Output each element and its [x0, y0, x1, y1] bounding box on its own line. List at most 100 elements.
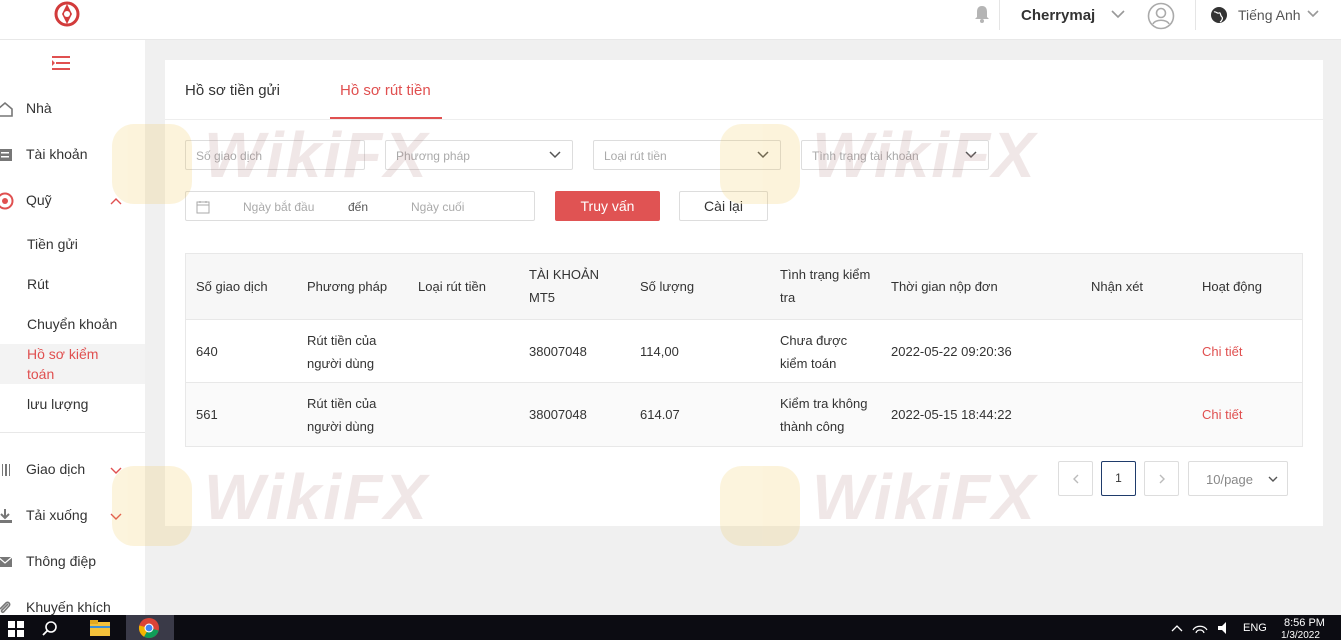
os-taskbar: ENG 8:56 PM 1/3/2022	[0, 615, 1341, 640]
cell-amount: 614.07	[640, 407, 680, 422]
cell-line: Kiểm tra không	[780, 396, 868, 411]
withdrawal-records-table: Số giao dịch Phương pháp Loại rút tiền T…	[185, 253, 1303, 447]
method-placeholder: Phương pháp	[396, 149, 470, 163]
transaction-number-input[interactable]: Số giao dịch	[185, 140, 365, 170]
tab-withdraw-records[interactable]: Hồ sơ rút tiền	[340, 82, 431, 99]
chevron-down-icon[interactable]	[1110, 7, 1126, 21]
search-icon[interactable]	[42, 620, 58, 636]
account-status-placeholder: Tình trạng tài khoản	[812, 149, 919, 163]
chevron-down-icon	[757, 151, 769, 159]
sidebar-subitem-label: lưu lượng	[27, 396, 89, 412]
sidebar-item-downloads[interactable]: Tải xuống	[0, 501, 145, 531]
cell-method: Rút tiền của người dùng	[307, 392, 397, 438]
next-page-button[interactable]	[1144, 461, 1179, 496]
reset-button[interactable]: Cài lại	[679, 191, 768, 221]
withdraw-type-select[interactable]: Loại rút tiền	[593, 140, 781, 170]
top-header: Cherrymaj Tiếng Anh	[0, 0, 1341, 40]
sidebar-subitem-flow[interactable]: lưu lượng	[0, 394, 145, 416]
withdrawal-records-panel: Hồ sơ tiền gửi Hồ sơ rút tiền Số giao dị…	[165, 60, 1323, 526]
query-button[interactable]: Truy vấn	[555, 191, 660, 221]
detail-link[interactable]: Chi tiết	[1202, 340, 1242, 363]
cell-line: người dùng	[307, 419, 375, 434]
start-date-input[interactable]: Ngày bắt đầu	[243, 200, 314, 214]
column-header: Hoạt động	[1202, 279, 1262, 294]
records-tabbar: Hồ sơ tiền gửi Hồ sơ rút tiền	[165, 60, 1323, 120]
table-row: 561 Rút tiền của người dùng 38007048 614.…	[186, 383, 1302, 446]
previous-page-button[interactable]	[1058, 461, 1093, 496]
withdraw-type-placeholder: Loại rút tiền	[604, 149, 667, 163]
cell-method: Rút tiền của người dùng	[307, 329, 397, 375]
header-divider	[999, 0, 1000, 30]
page-size-select[interactable]: 10/page	[1188, 461, 1288, 496]
chevron-down-icon	[965, 151, 977, 159]
active-tab-indicator	[330, 117, 442, 119]
globe-icon[interactable]	[1210, 6, 1228, 24]
calendar-icon	[196, 201, 210, 214]
chevron-down-icon[interactable]	[1306, 8, 1320, 20]
language-selector[interactable]: Tiếng Anh	[1238, 7, 1301, 23]
brand-logo-icon[interactable]	[50, 0, 84, 32]
column-header: Số lượng	[640, 279, 695, 294]
method-select[interactable]: Phương pháp	[385, 140, 573, 170]
clock-date[interactable]: 1/3/2022	[1281, 630, 1320, 640]
sidebar-subitem-deposit[interactable]: Tiền gửi	[0, 234, 145, 256]
bell-icon[interactable]	[972, 4, 992, 24]
sidebar-subitem-transfer[interactable]: Chuyển khoản	[0, 314, 145, 336]
cell-line: thành công	[780, 419, 845, 434]
cell-amount: 114,00	[640, 344, 679, 359]
sidebar-item-label: Quỹ	[26, 192, 52, 208]
column-header: TÀI KHOẢN MT5	[529, 263, 609, 309]
column-header: Loại rút tiền	[418, 279, 486, 294]
column-header: Tình trạng kiểm tra	[780, 263, 880, 309]
date-range-separator: đến	[348, 200, 369, 214]
sidebar-item-account[interactable]: Tài khoản	[0, 140, 145, 170]
sidebar-subitem-audit-records[interactable]: Hồ sơ kiểm toán	[0, 344, 145, 384]
sidebar-divider	[0, 432, 145, 433]
cell-line: kiểm toán	[780, 356, 837, 371]
sidebar-item-funds[interactable]: Quỹ	[0, 186, 145, 216]
chevron-down-icon	[549, 151, 561, 159]
sidebar: Nhà Tài khoản Quỹ Tiền gửi Rút Chuyển kh…	[0, 40, 145, 615]
column-header-line: TÀI KHOẢN	[529, 267, 600, 282]
tab-deposit-records[interactable]: Hồ sơ tiền gửi	[185, 82, 280, 99]
cell-txn-no: 561	[196, 407, 218, 422]
input-language-indicator[interactable]: ENG	[1243, 622, 1267, 634]
cell-status: Chưa được kiểm toán	[780, 329, 880, 375]
chevron-up-icon	[110, 198, 122, 205]
column-header-line: Tình trạng kiểm	[780, 267, 871, 282]
detail-link[interactable]: Chi tiết	[1202, 403, 1242, 426]
windows-start-icon[interactable]	[8, 621, 24, 637]
user-avatar-icon[interactable]	[1147, 2, 1175, 30]
table-row: 640 Rút tiền của người dùng 38007048 114,…	[186, 320, 1302, 383]
chevron-down-icon	[110, 513, 122, 520]
sidebar-item-messages[interactable]: Thông điệp	[0, 547, 145, 577]
cell-submit-time: 2022-05-15 18:44:22	[891, 407, 1012, 422]
sidebar-subitem-label: Hồ sơ kiểm toán	[27, 346, 99, 382]
chrome-icon[interactable]	[138, 617, 160, 639]
file-explorer-icon[interactable]	[89, 619, 111, 637]
sidebar-item-label: Tải xuống	[26, 507, 88, 523]
sidebar-item-label: Giao dịch	[26, 461, 86, 477]
cell-mt5-account: 38007048	[529, 344, 587, 359]
cell-submit-time: 2022-05-22 09:20:36	[891, 344, 1012, 359]
end-date-input[interactable]: Ngày cuối	[411, 200, 464, 214]
system-tray-icon[interactable]	[1170, 621, 1230, 635]
sidebar-subitem-withdraw[interactable]: Rút	[0, 274, 145, 296]
sidebar-subitem-label: Tiền gửi	[27, 236, 78, 252]
chevron-left-icon	[1073, 474, 1079, 484]
menu-toggle-icon[interactable]	[52, 55, 70, 71]
account-icon	[0, 149, 12, 161]
date-range-picker[interactable]: Ngày bắt đầu đến Ngày cuối	[185, 191, 535, 221]
sidebar-item-home[interactable]: Nhà	[0, 94, 145, 124]
clock-time[interactable]: 8:56 PM	[1284, 617, 1325, 629]
current-page-button[interactable]: 1	[1101, 461, 1136, 496]
sidebar-item-trading[interactable]: Giao dịch	[0, 455, 145, 485]
cell-mt5-account: 38007048	[529, 407, 587, 422]
cell-txn-no: 640	[196, 344, 218, 359]
chevron-right-icon	[1159, 474, 1165, 484]
transaction-number-placeholder: Số giao dịch	[196, 149, 263, 163]
username-label[interactable]: Cherrymaj	[1021, 7, 1095, 24]
cell-line: người dùng	[307, 356, 375, 371]
barcode-icon	[2, 464, 10, 476]
account-status-select[interactable]: Tình trạng tài khoản	[801, 140, 989, 170]
